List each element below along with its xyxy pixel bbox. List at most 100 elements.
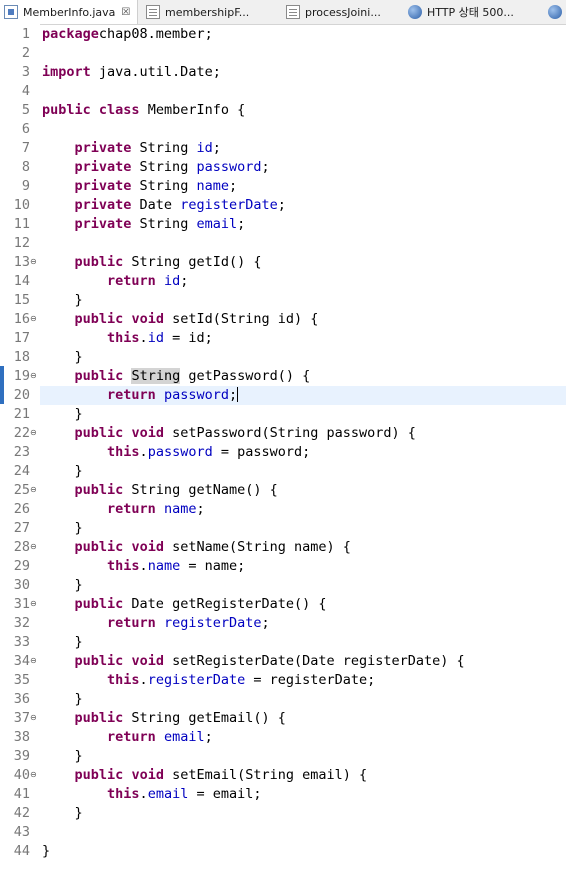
code-line[interactable]: 3 import java.util.Date; [0,63,566,82]
keyword-token: return [107,500,156,517]
code-line[interactable]: 34 ⊖ public void setRegisterDate(Date reg… [0,652,566,671]
keyword-token: public [74,538,124,555]
fold-toggle-icon[interactable]: ⊖ [30,485,37,495]
tab-overflow-browser[interactable] [544,0,566,24]
code-line[interactable]: 12 [0,234,566,253]
code-line[interactable]: 9 private String name; [0,177,566,196]
fold-toggle-icon[interactable]: ⊖ [30,713,37,723]
line-number: 40 [13,766,30,783]
code-line[interactable]: 37 ⊖ public String getEmail() { [0,709,566,728]
code-text: public class MemberInfo { [42,101,245,120]
code-line[interactable]: 31 ⊖ public Date getRegisterDate() { [0,595,566,614]
fold-toggle-icon[interactable]: ⊖ [30,599,37,609]
jsp-file-icon [286,5,300,19]
code-line[interactable]: 5 public class MemberInfo { [0,101,566,120]
code-line[interactable]: 33 } [0,633,566,652]
keyword-token: return [107,272,156,289]
code-token: MemberInfo { [139,101,246,118]
field-token: registerDate [147,671,246,688]
code-line[interactable]: 6 [0,120,566,139]
code-line[interactable]: 29 this.name = name; [0,557,566,576]
tab-memberinfo-java[interactable]: MemberInfo.java ☒ [0,0,138,24]
fold-toggle-icon[interactable]: ⊖ [30,542,37,552]
code-line[interactable]: 42 } [0,804,566,823]
code-line[interactable]: 39 } [0,747,566,766]
keyword-token: public [74,253,124,270]
code-text: } [42,633,83,652]
code-line[interactable]: 4 [0,82,566,101]
line-number: 39 [13,747,30,764]
code-text: packagechap08.member; [42,25,213,44]
code-line[interactable]: 17 this.id = id; [0,329,566,348]
code-line[interactable]: 13 ⊖ public String getId() { [0,253,566,272]
keyword-token: public [74,424,124,441]
code-line[interactable]: 43 [0,823,566,842]
code-text: this.email = email; [42,785,261,804]
fold-toggle-icon[interactable]: ⊖ [30,428,37,438]
tab-http-status-500[interactable]: HTTP 상태 500... [404,0,532,24]
java-file-icon [4,5,18,19]
code-line[interactable]: 30 } [0,576,566,595]
code-text: this.registerDate = registerDate; [42,671,375,690]
keyword-token: private [74,196,132,213]
code-line[interactable]: 11 private String email; [0,215,566,234]
code-token: Date getRegisterDate() { [123,595,327,612]
code-token: String getId() { [123,253,262,270]
code-token: String [131,158,197,175]
code-line[interactable]: 16 ⊖ public void setId(String id) { [0,310,566,329]
code-line[interactable]: 25 ⊖ public String getName() { [0,481,566,500]
close-tab-icon[interactable]: ☒ [121,7,130,18]
code-line[interactable]: 1 packagechap08.member; [0,25,566,44]
code-token: } [42,690,83,707]
code-line[interactable]: 2 [0,44,566,63]
code-line[interactable]: 21 } [0,405,566,424]
code-line[interactable]: 28 ⊖ public void setName(String name) { [0,538,566,557]
keyword-token: private [74,158,132,175]
code-line[interactable]: 15 } [0,291,566,310]
code-line[interactable]: 35 this.registerDate = registerDate; [0,671,566,690]
code-token: ; [261,158,270,175]
code-line[interactable]: 8 private String password; [0,158,566,177]
tab-label: processJoini... [305,5,381,19]
fold-toggle-icon[interactable]: ⊖ [30,371,37,381]
line-number: 34 [13,652,30,669]
code-line[interactable]: 38 return email; [0,728,566,747]
code-token: setEmail(String email) { [163,766,368,783]
code-line[interactable]: 23 this.password = password; [0,443,566,462]
code-line[interactable]: 26 return name; [0,500,566,519]
code-line[interactable]: 44} [0,842,566,861]
tab-process-joining[interactable]: processJoini... [282,0,392,24]
code-line[interactable]: 36 } [0,690,566,709]
code-line[interactable]: 7 private String id; [0,139,566,158]
code-line[interactable]: 40 ⊖ public void setEmail(String email) { [0,766,566,785]
fold-toggle-icon[interactable]: ⊖ [30,656,37,666]
tab-membership-form[interactable]: membershipF... [142,0,270,24]
line-number: 4 [21,82,30,99]
line-number: 11 [13,215,30,232]
code-line[interactable]: 19 ⊖ public String getPassword() { [0,367,566,386]
code-line[interactable]: 27 } [0,519,566,538]
code-line[interactable]: 22 ⊖ public void setPassword(String passw… [0,424,566,443]
code-line[interactable]: 18 } [0,348,566,367]
keyword-token: void [131,310,164,327]
code-line[interactable]: 10 private Date registerDate; [0,196,566,215]
line-number: 3 [21,63,30,80]
line-number: 38 [13,728,30,745]
code-token: ; [196,500,205,517]
line-number: 37 [13,709,30,726]
editor-tab-bar: MemberInfo.java ☒ membershipF... process… [0,0,566,25]
code-line[interactable]: 32 return registerDate; [0,614,566,633]
fold-toggle-icon[interactable]: ⊖ [30,314,37,324]
code-line[interactable]: 24 } [0,462,566,481]
fold-toggle-icon[interactable]: ⊖ [30,770,37,780]
fold-toggle-icon[interactable]: ⊖ [30,257,37,267]
code-line[interactable]: 20 return password; [0,385,566,405]
code-line[interactable]: 14 return id; [0,272,566,291]
code-line[interactable]: 41 this.email = email; [0,785,566,804]
